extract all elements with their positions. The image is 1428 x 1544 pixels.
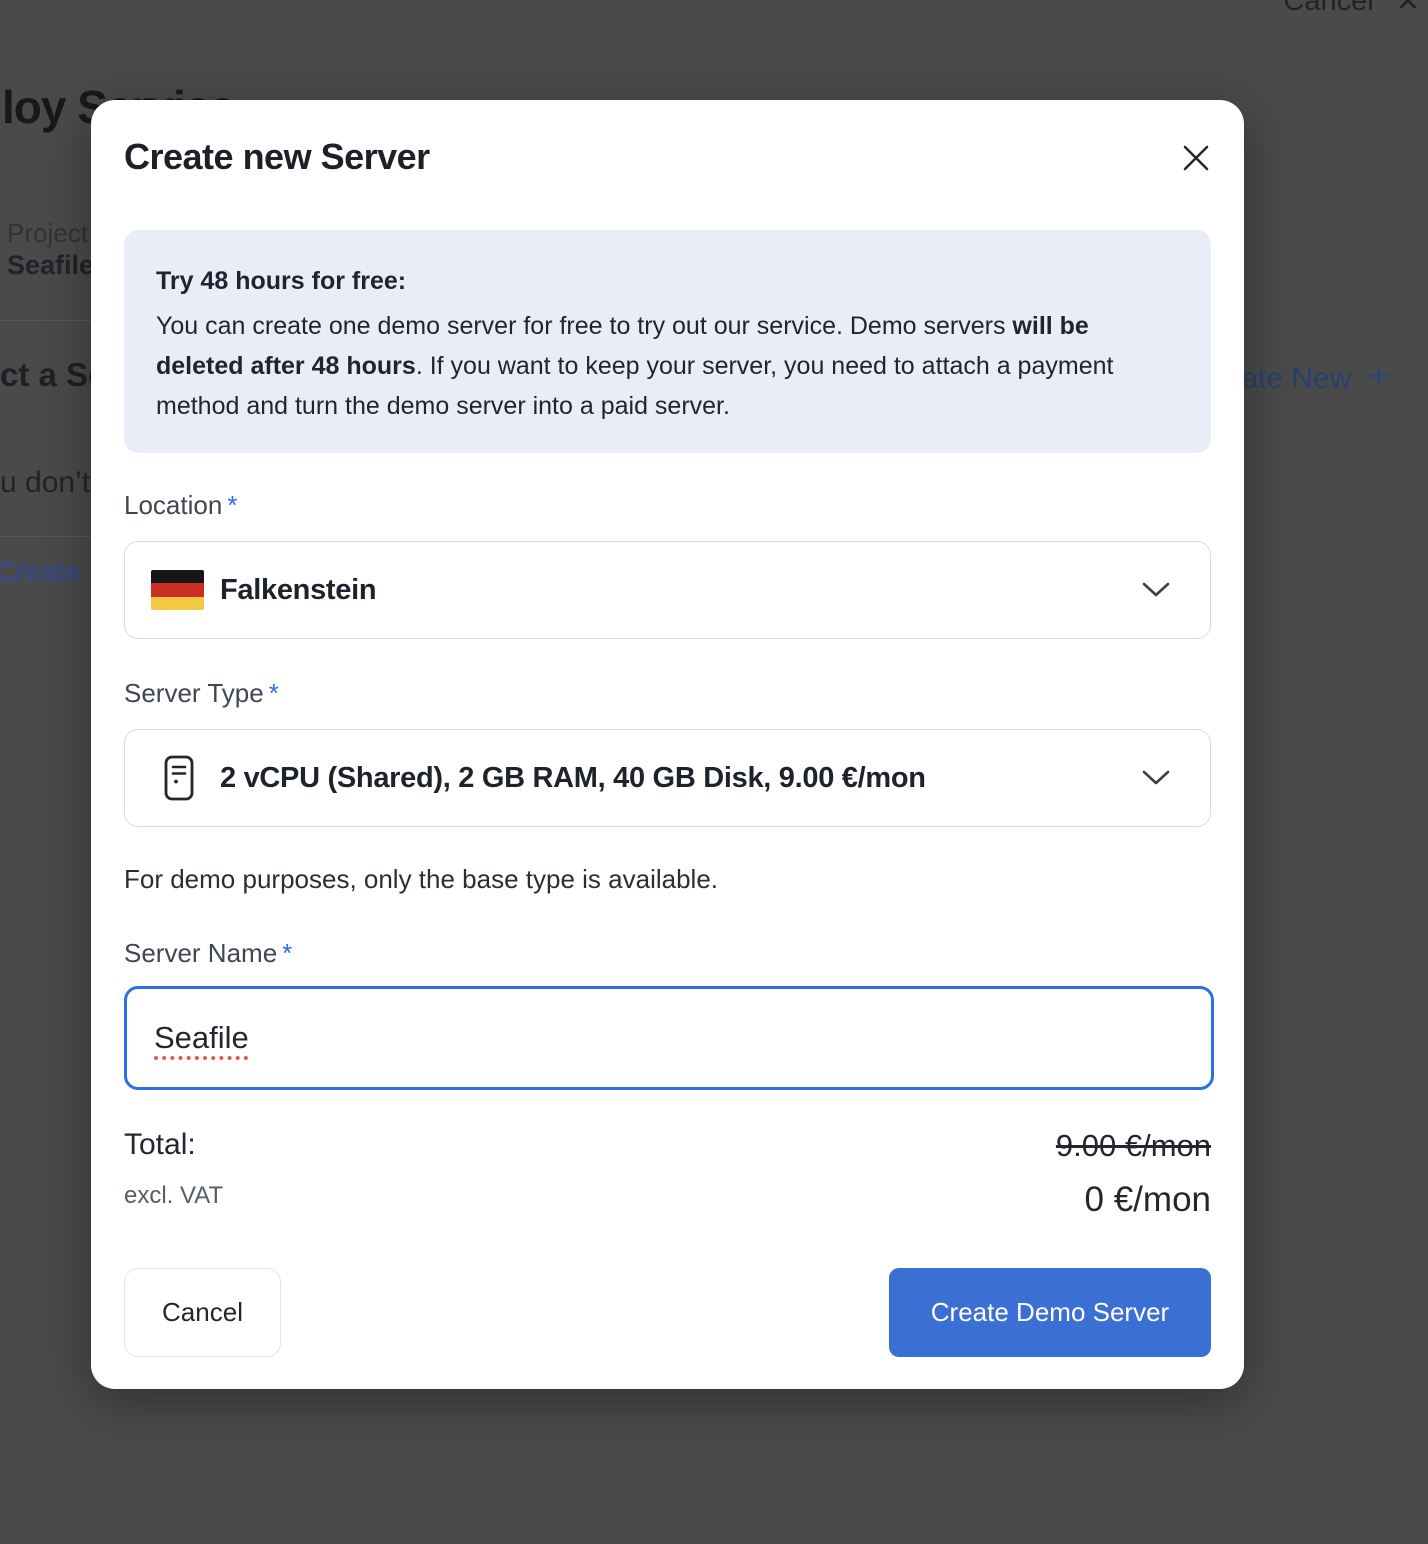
plus-icon: +	[1367, 354, 1390, 399]
location-select[interactable]: Falkenstein	[124, 541, 1211, 639]
dialog-title: Create new Server	[124, 136, 430, 178]
original-price: 9.00 €/mon	[1056, 1128, 1211, 1164]
location-label-text: Location	[124, 490, 222, 520]
required-asterisk: *	[227, 490, 237, 520]
server-type-note: For demo purposes, only the base type is…	[124, 864, 718, 895]
location-value: Falkenstein	[220, 574, 376, 607]
germany-flag-icon	[151, 570, 204, 610]
required-asterisk: *	[269, 678, 279, 708]
total-label: Total:	[124, 1128, 196, 1162]
free-trial-info-banner: Try 48 hours for free: You can create on…	[124, 230, 1211, 453]
backdrop-project-value: Seafile	[7, 250, 94, 281]
discounted-price: 0 €/mon	[1085, 1180, 1211, 1220]
create-demo-server-button[interactable]: Create Demo Server	[889, 1268, 1211, 1357]
close-button[interactable]	[1178, 140, 1214, 176]
cancel-button[interactable]: Cancel	[124, 1268, 281, 1357]
server-name-input[interactable]: Seafile	[124, 986, 1214, 1090]
server-name-label: Server Name*	[124, 938, 292, 969]
info-banner-body: You can create one demo server for free …	[156, 306, 1179, 426]
server-name-value: Seafile	[154, 1020, 249, 1056]
server-icon	[164, 755, 194, 801]
chevron-down-icon	[1142, 770, 1170, 786]
info-banner-heading: Try 48 hours for free:	[156, 264, 1179, 298]
location-label: Location*	[124, 490, 237, 521]
server-type-label: Server Type*	[124, 678, 279, 709]
server-type-select[interactable]: 2 vCPU (Shared), 2 GB RAM, 40 GB Disk, 9…	[124, 729, 1211, 827]
close-icon	[1180, 142, 1212, 174]
close-icon[interactable]: ✕	[1396, 0, 1420, 19]
backdrop-cancel-label: Cancel	[1283, 0, 1373, 18]
backdrop-project-label: Project	[7, 218, 88, 249]
info-body-text: You can create one demo server for free …	[156, 312, 1012, 340]
chevron-down-icon	[1142, 582, 1170, 598]
server-type-value: 2 vCPU (Shared), 2 GB RAM, 40 GB Disk, 9…	[220, 762, 926, 795]
server-name-label-text: Server Name	[124, 938, 277, 968]
required-asterisk: *	[282, 938, 292, 968]
backdrop-empty-state-text: u don’t	[0, 466, 90, 500]
server-type-label-text: Server Type	[124, 678, 264, 708]
create-server-dialog: Create new Server Try 48 hours for free:…	[91, 100, 1244, 1389]
vat-note: excl. VAT	[124, 1182, 223, 1210]
backdrop-cancel-button[interactable]: Cancel ✕	[1283, 0, 1420, 19]
